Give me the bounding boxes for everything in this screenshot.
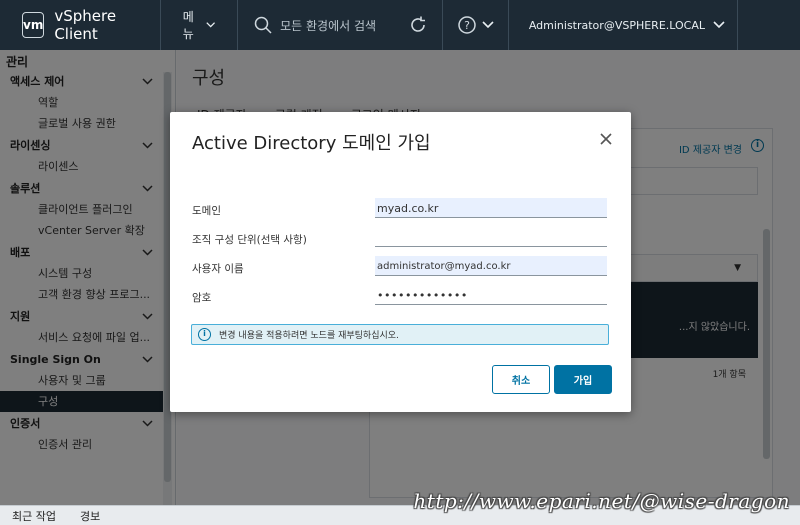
help-icon: ?: [458, 16, 476, 34]
domain-input[interactable]: [375, 198, 607, 218]
search-box[interactable]: 모든 환경에서 검색: [238, 16, 394, 34]
header-actions: ? Administrator@VSPHERE.LOCAL: [394, 0, 800, 50]
join-ad-domain-dialog: Active Directory 도메인 가입 도메인 조직 구성 단위(선택 …: [170, 112, 631, 412]
vmware-logo[interactable]: vm: [22, 12, 45, 38]
search-placeholder: 모든 환경에서 검색: [280, 18, 377, 33]
reboot-alert: i 변경 내용을 적용하려면 노드를 재부팅하십시오.: [191, 324, 609, 345]
menu-button[interactable]: 메뉴: [161, 8, 238, 42]
username-input[interactable]: [375, 256, 607, 276]
help-glyph: ?: [464, 19, 470, 32]
ou-row: 조직 구성 단위(선택 사항): [192, 221, 612, 247]
user-name: Administrator@VSPHERE.LOCAL: [528, 18, 705, 32]
refresh-button[interactable]: [394, 0, 442, 50]
menu-label: 메뉴: [182, 10, 194, 41]
username-row: 사용자 이름: [192, 250, 612, 276]
chevron-down-icon: [482, 21, 494, 29]
header-divider: [737, 0, 738, 50]
search-icon: [254, 16, 272, 34]
password-input[interactable]: [375, 285, 607, 305]
ou-input[interactable]: [375, 227, 607, 247]
chevron-down-icon: [206, 22, 215, 28]
top-header: vm vSphere Client 메뉴 모든 환경에서 검색 ? Admini…: [0, 0, 800, 50]
alert-text: 변경 내용을 적용하려면 노드를 재부팅하십시오.: [219, 331, 399, 341]
watermark: http://www.epari.net/@wise-dragon: [413, 489, 790, 513]
recent-tasks-tab[interactable]: 최근 작업: [0, 508, 68, 524]
refresh-icon: [411, 16, 425, 32]
domain-row: 도메인: [192, 192, 612, 218]
app-title[interactable]: vSphere Client: [54, 7, 160, 43]
password-row: 암호: [192, 279, 612, 305]
dialog-title: Active Directory 도메인 가입: [192, 133, 431, 154]
username-label: 사용자 이름: [192, 263, 244, 275]
alarms-tab[interactable]: 경보: [68, 508, 112, 524]
cancel-button[interactable]: 취소: [492, 365, 550, 394]
password-label: 암호: [192, 292, 212, 304]
user-menu[interactable]: Administrator@VSPHERE.LOCAL: [509, 19, 737, 32]
info-icon: i: [198, 328, 211, 341]
join-button[interactable]: 가입: [554, 365, 612, 394]
close-icon[interactable]: [599, 132, 613, 146]
domain-label: 도메인: [192, 205, 221, 217]
chevron-down-icon: [713, 21, 725, 29]
ou-label: 조직 구성 단위(선택 사항): [192, 234, 307, 246]
help-button[interactable]: ?: [443, 0, 508, 50]
